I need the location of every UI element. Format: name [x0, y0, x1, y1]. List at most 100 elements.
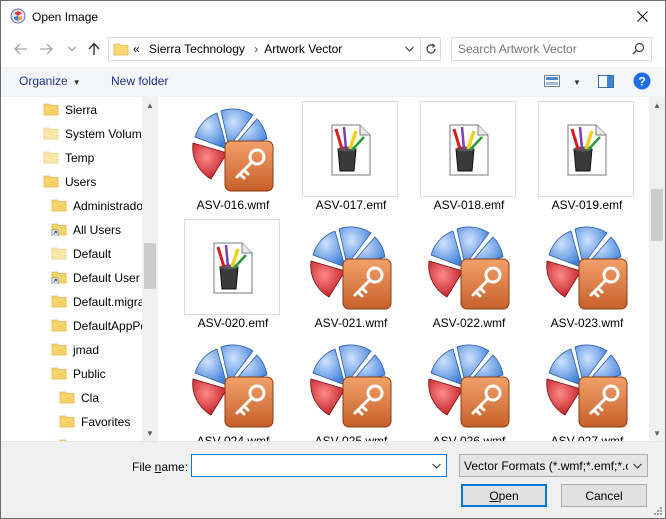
nav-item-public[interactable]: Public — [51, 363, 106, 385]
view-options-dropdown[interactable]: ▼ — [568, 74, 581, 88]
search-box[interactable] — [451, 37, 652, 61]
folder-icon — [51, 198, 67, 215]
file-name-combobox[interactable] — [191, 454, 447, 477]
back-arrow-icon — [14, 43, 27, 55]
view-icon — [544, 75, 560, 87]
folder-icon — [51, 366, 67, 383]
up-button[interactable] — [85, 38, 103, 60]
file-type-select[interactable]: Vector Formats (*.wmf;*.emf;*.c — [459, 454, 648, 477]
folder-icon — [51, 342, 67, 359]
preview-pane-button[interactable] — [598, 75, 614, 91]
folder-light-icon — [43, 126, 59, 143]
nav-item-administrado[interactable]: Administrado — [51, 195, 143, 217]
navigation-scrollbar[interactable]: ▲ ▼ — [142, 97, 158, 441]
folder-shortcut-icon — [51, 222, 67, 239]
help-button[interactable]: ? — [633, 72, 651, 93]
file-item[interactable]: ASV-021.wmf — [295, 217, 407, 333]
file-item[interactable]: ASV-016.wmf — [177, 99, 289, 215]
nav-item-label: jmad — [73, 343, 100, 357]
file-list-scroll-thumb[interactable] — [651, 189, 663, 241]
scroll-down-arrow-icon[interactable]: ▼ — [142, 425, 158, 441]
nav-item-cla[interactable]: Cla — [59, 387, 99, 409]
nav-item-label: Public — [73, 367, 106, 381]
address-bar[interactable]: « Sierra Technology › Artwork Vector — [108, 37, 441, 61]
file-list-scrollbar[interactable]: ▲ ▼ — [649, 97, 665, 441]
nav-item-label: System Volume — [65, 127, 149, 141]
nav-item-sierra[interactable]: Sierra — [43, 99, 97, 121]
cancel-button[interactable]: Cancel — [561, 484, 647, 507]
new-folder-button[interactable]: New folder — [111, 74, 168, 88]
scroll-down-arrow-icon[interactable]: ▼ — [649, 425, 665, 441]
search-input[interactable] — [458, 41, 628, 57]
address-dropdown-button[interactable] — [400, 38, 418, 60]
file-name-label: ASV-021.wmf — [314, 316, 388, 330]
file-item[interactable]: ASV-025.wmf — [295, 335, 407, 441]
folder-icon — [59, 414, 75, 431]
breadcrumb-item-sierra-technology[interactable]: Sierra Technology — [149, 42, 245, 56]
help-icon: ? — [633, 72, 651, 90]
file-item[interactable]: ASV-020.emf — [177, 217, 289, 333]
file-item[interactable]: ASV-023.wmf — [531, 217, 643, 333]
chevron-down-icon — [632, 463, 642, 469]
file-name-label: ASV-016.wmf — [196, 198, 270, 212]
file-name-label: ASV-026.wmf — [432, 434, 506, 441]
nav-item-label: Sierra — [65, 103, 98, 117]
nav-item-system-volume[interactable]: System Volume — [43, 123, 148, 145]
file-item[interactable]: ASV-018.emf — [413, 99, 525, 215]
title-bar: Open Image — [1, 1, 665, 32]
folder-light-icon — [51, 246, 67, 263]
scroll-up-arrow-icon[interactable]: ▲ — [649, 97, 665, 113]
nav-item-defaultapppo[interactable]: DefaultAppPo — [51, 315, 147, 337]
nav-item-users[interactable]: Users — [43, 171, 96, 193]
file-name-input[interactable] — [195, 458, 423, 473]
nav-item-favorites[interactable]: Favorites — [59, 411, 130, 433]
nav-item-default[interactable]: Default — [51, 243, 111, 265]
scroll-up-arrow-icon[interactable]: ▲ — [142, 97, 158, 113]
folder-icon — [113, 43, 129, 56]
file-list: ASV-016.wmf ASV-017.emf ASV-018.emf ASV-019… — [161, 97, 647, 441]
navigation-pane: Sierra System Volume Temp Users Administrado… — [1, 97, 158, 441]
cancel-label: Cancel — [585, 488, 623, 503]
back-button[interactable] — [12, 38, 30, 60]
breadcrumb-overflow[interactable]: « — [133, 42, 140, 56]
open-label: Open — [489, 488, 519, 503]
nav-item-default-migra[interactable]: Default.migra — [51, 291, 144, 313]
folder-shortcut-icon — [51, 270, 67, 287]
file-item[interactable]: ASV-026.wmf — [413, 335, 525, 441]
close-button[interactable] — [619, 1, 665, 31]
nav-item-label: Cla — [81, 391, 100, 405]
new-folder-label: New folder — [111, 74, 169, 88]
search-icon[interactable] — [632, 42, 645, 55]
recent-locations-button[interactable] — [63, 38, 81, 60]
file-name-label: File name: — [132, 460, 189, 474]
file-name-label: ASV-027.wmf — [550, 434, 624, 441]
nav-item-default-user[interactable]: Default User — [51, 267, 140, 289]
nav-item-temp[interactable]: Temp — [43, 147, 94, 169]
organize-button[interactable]: Organize ▼ — [19, 74, 81, 88]
folder-icon — [43, 174, 59, 191]
wmf-file-icon — [184, 337, 280, 433]
breadcrumb-separator-icon[interactable]: › — [254, 42, 258, 56]
up-arrow-icon — [88, 42, 100, 55]
file-type-dropdown-button[interactable] — [629, 458, 645, 474]
navigation-scroll-thumb[interactable] — [144, 243, 156, 289]
file-item[interactable]: ASV-024.wmf — [177, 335, 289, 441]
wmf-file-icon — [538, 219, 634, 315]
breadcrumb-item-artwork-vector[interactable]: Artwork Vector — [264, 42, 342, 56]
file-item[interactable]: ASV-019.emf — [531, 99, 643, 215]
file-item[interactable]: ASV-017.emf — [295, 99, 407, 215]
nav-item-all-users[interactable]: All Users — [51, 219, 121, 241]
resize-grip-icon[interactable] — [653, 506, 663, 516]
file-name-label: ASV-022.wmf — [432, 316, 506, 330]
folder-light-icon — [43, 150, 59, 167]
file-name-dropdown-button[interactable] — [428, 458, 444, 474]
refresh-button[interactable] — [420, 38, 440, 60]
forward-button[interactable] — [37, 38, 55, 60]
file-item[interactable]: ASV-022.wmf — [413, 217, 525, 333]
caret-down-icon: ▼ — [72, 78, 81, 87]
open-button[interactable]: Open — [461, 484, 547, 507]
file-name-label: ASV-024.wmf — [196, 434, 270, 441]
nav-item-jmad[interactable]: jmad — [51, 339, 99, 361]
change-view-button[interactable] — [544, 75, 560, 90]
file-item[interactable]: ASV-027.wmf — [531, 335, 643, 441]
